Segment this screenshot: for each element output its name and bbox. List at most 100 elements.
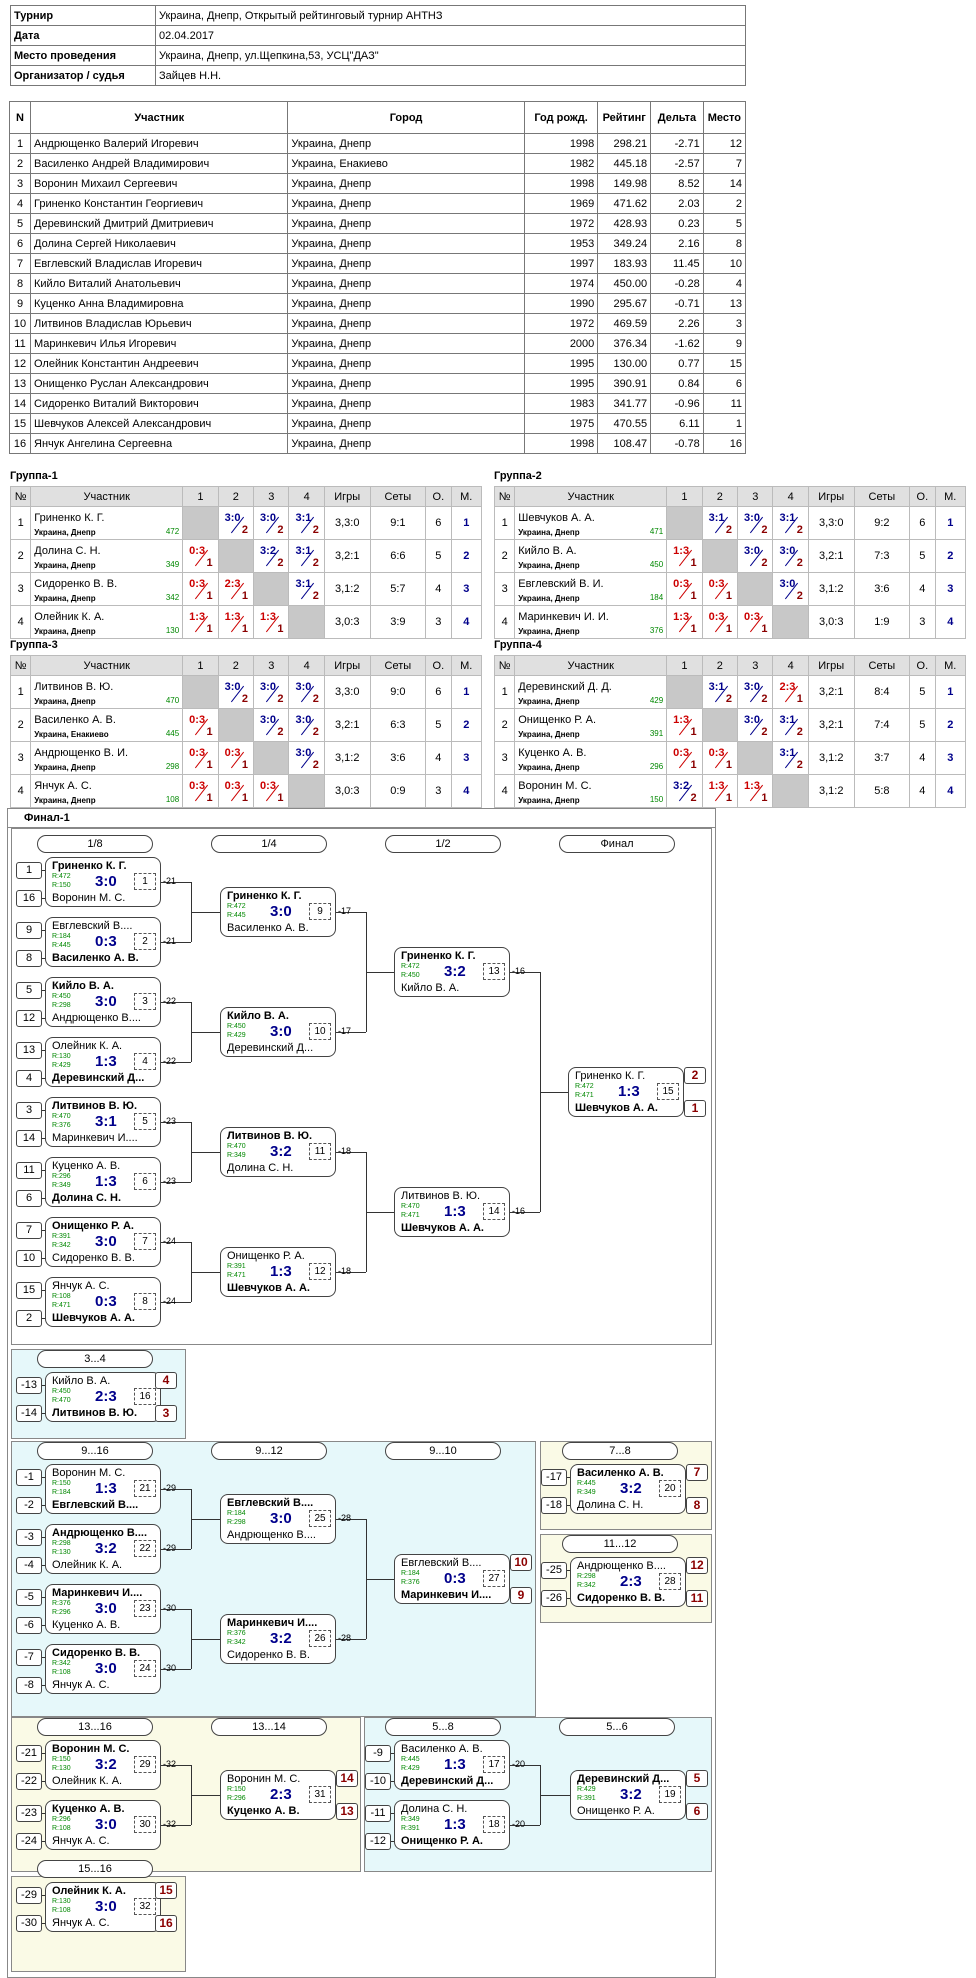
match-score: 3:0 <box>270 1023 292 1040</box>
match-rating-2: R:342 <box>52 1242 71 1249</box>
player-cell: Украина, Днепр <box>287 133 525 154</box>
loser-link: -29 <box>163 1543 177 1553</box>
match-rating-2: R:376 <box>401 1579 420 1586</box>
group-score-points: 1 <box>725 623 733 635</box>
player-cell: 1983 <box>523 393 599 414</box>
group-row: 3 Куценко А. В. Украина, Днепр 296 0:3 1 0:3 1 3… <box>493 741 967 775</box>
match-score: 3:0 <box>95 1816 117 1833</box>
player-cell: 428.93 <box>597 213 652 234</box>
final-place-badge: 7 <box>686 1464 708 1481</box>
round-label: 15...16 <box>37 1860 153 1878</box>
match-number: 21 <box>134 1480 156 1497</box>
group-header-cell: 1 <box>182 655 219 676</box>
group-num: 4 <box>9 774 32 808</box>
group-player-name: Онищенко Р. А. <box>518 714 597 726</box>
round-label: 5...8 <box>385 1718 501 1736</box>
group-player-city: Украина, Днепр <box>518 796 580 805</box>
match-score: 3:2 <box>444 963 466 980</box>
match-rating-1: R:470 <box>227 1143 246 1150</box>
group-player-name: Гриненко К. Г. <box>34 512 105 524</box>
group-place: 1 <box>934 506 967 540</box>
group-row: 4 Янчук А. С. Украина, Днепр 108 0:3 1 0:3 1 0:3… <box>9 774 483 808</box>
group-score-cell: 1:3 1 <box>182 605 219 639</box>
seed-box: -26 <box>541 1590 567 1607</box>
player-cell: 390.91 <box>597 373 652 394</box>
match-player-1: Гриненко К. Г. <box>227 890 302 902</box>
info-value: Украина, Днепр, Открытый рейтинговый тур… <box>155 5 746 26</box>
player-cell: Украина, Днепр <box>287 373 525 394</box>
group-player-name: Долина С. Н. <box>34 545 101 557</box>
group-sets: 3:7 <box>853 741 911 775</box>
group-score-cell: 3:0 2 <box>772 539 809 573</box>
group-player: Долина С. Н. Украина, Днепр 349 <box>30 539 184 573</box>
player-cell: 2000 <box>523 333 599 354</box>
match-number: 30 <box>134 1816 156 1833</box>
group-score-cell: 3:1 2 <box>701 506 739 540</box>
seed-box: -14 <box>16 1405 42 1422</box>
player-row: 13 Онищенко Руслан Александрович Украина, … <box>9 373 747 394</box>
group-row: 3 Сидоренко В. В. Украина, Днепр 342 0:3 1 2:3… <box>9 572 483 606</box>
player-cell: 450.00 <box>597 273 652 294</box>
group-place: 4 <box>450 605 483 639</box>
group-player-rating: 391 <box>649 729 664 738</box>
group-sets: 9:1 <box>369 506 427 540</box>
match-player-1: Андрющенко В.... <box>52 1527 148 1539</box>
player-cell: Украина, Днепр <box>287 233 525 254</box>
seed-box: 2 <box>16 1310 42 1327</box>
seed-box: -22 <box>16 1773 42 1790</box>
final-place-badge: 15 <box>155 1882 177 1899</box>
round-label: 3...4 <box>37 1350 153 1368</box>
match-rating-1: R:298 <box>52 1540 71 1547</box>
player-cell: 7 <box>702 153 747 174</box>
info-row: Дата 02.04.2017 <box>10 25 746 46</box>
group-num: 1 <box>493 675 516 709</box>
player-cell: Украина, Днепр <box>287 313 525 334</box>
group-games: 3,2:1 <box>807 708 855 742</box>
loser-link: -18 <box>338 1146 352 1156</box>
match-score: 1:3 <box>95 1053 117 1070</box>
round-label: 1/4 <box>211 835 327 853</box>
match-box: Деревинский Д... R:429 R:391 3:2 19 Онищ… <box>570 1770 686 1820</box>
info-value: Зайцев Н.Н. <box>155 65 746 86</box>
group-sets: 8:4 <box>853 675 911 709</box>
info-row: Место проведения Украина, Днепр, ул.Щепки… <box>10 45 746 66</box>
seed-box: 9 <box>16 922 42 939</box>
match-player-1: Янчук А. С. <box>52 1280 110 1292</box>
match-box: Литвинов В. Ю. R:470 R:376 3:1 5 Маринке… <box>45 1097 161 1147</box>
group-score-cell: 3:0 2 <box>737 675 774 709</box>
info-value: 02.04.2017 <box>155 25 746 46</box>
player-cell: 10 <box>702 253 747 274</box>
group-score-points: 2 <box>277 726 284 738</box>
match-player-2: Янчук А. С. <box>52 1679 110 1691</box>
match-player-1: Онищенко Р. А. <box>227 1250 305 1262</box>
group-score-cell: 3:0 2 <box>288 675 325 709</box>
final-title-bar <box>7 808 716 828</box>
group-score-points: 1 <box>206 726 213 738</box>
seed-box: 14 <box>16 1130 42 1147</box>
player-cell: Евглевский Владислав Игоревич <box>29 253 289 274</box>
group-player-name: Шевчуков А. А. <box>518 512 595 524</box>
player-cell: Гриненко Константин Георгиевич <box>29 193 289 214</box>
match-rating-1: R:130 <box>52 1898 71 1905</box>
player-row: 5 Деревинский Дмитрий Дмитриевич Украина, … <box>9 213 747 234</box>
match-player-2: Воронин М. С. <box>52 892 126 904</box>
group-player-rating: 130 <box>165 626 180 635</box>
group-num: 2 <box>9 539 32 573</box>
group-score-cell: 3:1 2 <box>772 741 809 775</box>
match-number: 11 <box>309 1143 331 1160</box>
group-header-cell: 3 <box>737 486 774 507</box>
group-score-points: 1 <box>725 792 733 804</box>
match-box: Литвинов В. Ю. R:470 R:349 3:2 11 Долина… <box>220 1127 336 1177</box>
player-cell: 14 <box>9 393 31 414</box>
bracket-line <box>191 1152 220 1153</box>
match-number: 13 <box>483 963 505 980</box>
group-header-cell: 2 <box>701 486 739 507</box>
group-score-points: 1 <box>277 623 284 635</box>
match-box: Кийло В. А. R:450 R:298 3:0 3 Андрющенко… <box>45 977 161 1027</box>
group-header-cell: Игры <box>323 655 371 676</box>
group-sets: 3:6 <box>369 741 427 775</box>
group-score-cell: 0:3 1 <box>217 774 255 808</box>
group-place: 1 <box>450 506 483 540</box>
match-number: 1 <box>134 873 156 890</box>
group-header-cell: Участник <box>514 486 668 507</box>
